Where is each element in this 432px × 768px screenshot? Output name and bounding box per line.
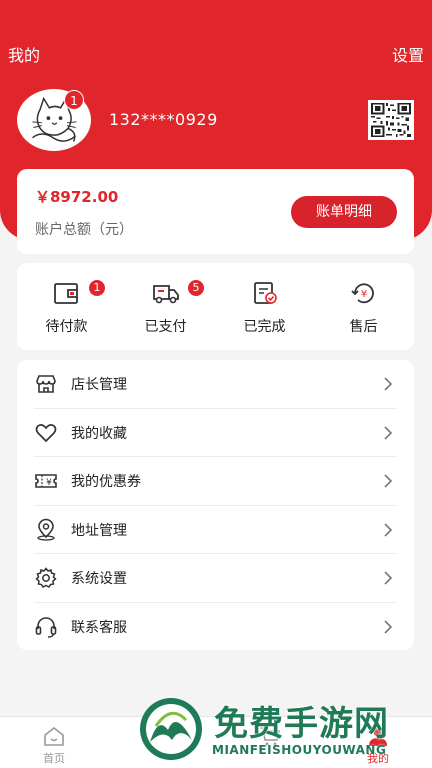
order-pending-payment[interactable]: 1 待付款 (17, 263, 116, 350)
settings-link[interactable]: 设置 (392, 42, 424, 66)
bill-details-button[interactable]: 账单明细 (291, 196, 397, 228)
store-icon (34, 372, 58, 396)
svg-text:¥: ¥ (46, 478, 52, 488)
menu-item-label: 系统设置 (71, 571, 127, 587)
tab-label: 首页 (43, 752, 65, 765)
avatar-notification-badge: 1 (64, 90, 84, 110)
user-phone: 132****0929 (109, 110, 218, 129)
tab-cart[interactable] (216, 717, 324, 768)
headset-icon (34, 615, 58, 639)
chevron-right-icon (384, 571, 393, 585)
order-after-sales[interactable]: ¥ 售后 (314, 263, 413, 350)
wallet-icon (53, 280, 81, 306)
order-label: 售后 (349, 319, 378, 335)
menu-item-address[interactable]: 地址管理 (34, 506, 397, 554)
category-icon (152, 727, 172, 746)
refund-icon: ¥ (350, 280, 378, 306)
menu-item-label: 我的收藏 (71, 425, 127, 442)
chevron-right-icon (384, 377, 393, 391)
order-badge: 1 (89, 280, 105, 296)
home-icon (44, 726, 64, 746)
menu-item-store-manager[interactable]: 店长管理 (34, 360, 397, 409)
menu-item-customer-service[interactable]: 联系客服 (34, 603, 397, 652)
tab-category[interactable] (108, 717, 216, 768)
balance-amount: ￥8972.00 (35, 188, 119, 206)
top-bar: 我的 设置 (0, 36, 432, 68)
chevron-right-icon (384, 619, 393, 634)
truck-icon (152, 280, 180, 306)
chevron-right-icon (384, 474, 393, 488)
menu-item-label: 联系客服 (71, 619, 127, 636)
profile-section: 1 132****0929 (0, 86, 432, 156)
tab-mine[interactable]: 我的 (324, 717, 432, 768)
cart-icon (260, 727, 280, 746)
order-completed[interactable]: 已完成 (215, 263, 314, 350)
menu-item-coupons[interactable]: ¥ 我的优惠券 (34, 457, 397, 506)
order-status-card: 1 待付款 5 已支付 已完成 ¥ 售后 (17, 263, 414, 350)
order-badge: 5 (188, 280, 204, 296)
chevron-right-icon (384, 425, 393, 440)
order-label: 已完成 (243, 319, 286, 335)
coupon-icon: ¥ (34, 469, 58, 493)
menu-item-label: 店长管理 (71, 377, 127, 393)
menu-item-label: 地址管理 (71, 522, 127, 539)
clipboard-check-icon (251, 280, 279, 306)
order-paid[interactable]: 5 已支付 (116, 263, 215, 350)
balance-label: 账户总额（元） (35, 222, 133, 238)
location-icon (34, 518, 58, 542)
menu-item-system-settings[interactable]: 系统设置 (34, 554, 397, 603)
svg-text:¥: ¥ (361, 289, 367, 300)
menu-item-label: 我的优惠券 (71, 474, 141, 490)
menu-list: 店长管理 我的收藏 ¥ 我的优惠券 地址管理 系统设置 联系客服 (17, 360, 414, 650)
tab-label: 我的 (367, 752, 389, 765)
menu-item-favorites[interactable]: 我的收藏 (34, 409, 397, 457)
order-label: 待付款 (45, 319, 88, 335)
balance-card: ￥8972.00 账户总额（元） 账单明细 (17, 169, 414, 254)
qr-code-icon[interactable] (368, 100, 414, 140)
heart-icon (34, 421, 58, 445)
user-icon (369, 727, 387, 746)
chevron-right-icon (384, 522, 393, 537)
order-label: 已支付 (144, 319, 187, 335)
gear-icon (34, 566, 58, 590)
bottom-tab-bar: 首页 我的 (0, 716, 432, 768)
tab-home[interactable]: 首页 (0, 717, 108, 768)
page-title: 我的 (8, 46, 41, 65)
